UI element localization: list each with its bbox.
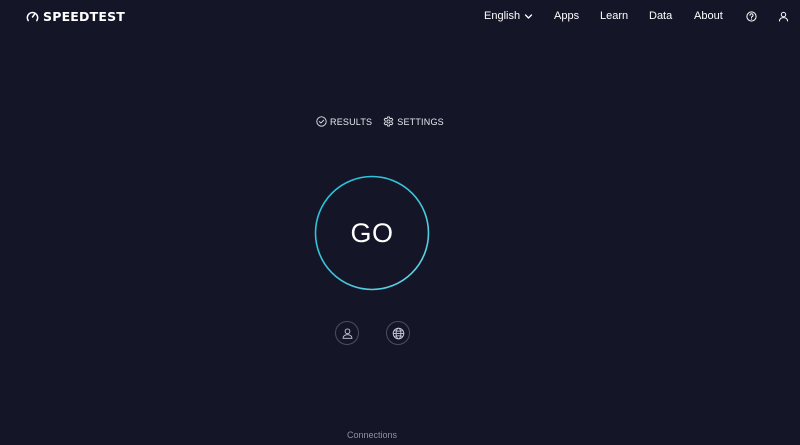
speedometer-icon — [26, 11, 39, 22]
multi-connection-button[interactable] — [386, 321, 410, 345]
account-button[interactable] — [777, 10, 789, 22]
check-circle-icon — [316, 116, 327, 127]
nav-data-link[interactable]: Data — [649, 10, 672, 22]
settings-label: SETTINGS — [397, 116, 444, 127]
speedtest-logo[interactable]: SPEEDTEST — [26, 9, 125, 24]
speedtest-page: SPEEDTEST English Apps Learn Data About — [0, 0, 800, 445]
user-icon — [778, 11, 788, 21]
results-label: RESULTS — [330, 116, 373, 127]
settings-link[interactable]: SETTINGS — [383, 116, 444, 127]
nav-learn-link[interactable]: Learn — [600, 10, 628, 22]
logo-text: SPEEDTEST — [43, 9, 126, 24]
nav-about-link[interactable]: About — [694, 10, 723, 22]
language-label: English — [484, 10, 521, 22]
help-button[interactable] — [745, 10, 757, 22]
help-icon — [745, 10, 757, 22]
globe-icon — [392, 327, 404, 339]
go-ring-graphic — [314, 175, 430, 291]
nav-apps-link[interactable]: Apps — [554, 10, 579, 22]
go-button[interactable]: GO — [314, 173, 430, 293]
user-icon — [342, 327, 352, 339]
top-header: SPEEDTEST English Apps Learn Data About — [0, 0, 800, 34]
language-selector[interactable]: English — [484, 10, 533, 22]
connections-label: Connections — [346, 430, 398, 440]
results-settings-bar: RESULTS SETTINGS — [316, 116, 444, 127]
results-link[interactable]: RESULTS — [316, 116, 372, 127]
gear-icon — [384, 116, 394, 127]
single-connection-button[interactable] — [335, 321, 359, 345]
chevron-down-icon — [524, 13, 533, 19]
